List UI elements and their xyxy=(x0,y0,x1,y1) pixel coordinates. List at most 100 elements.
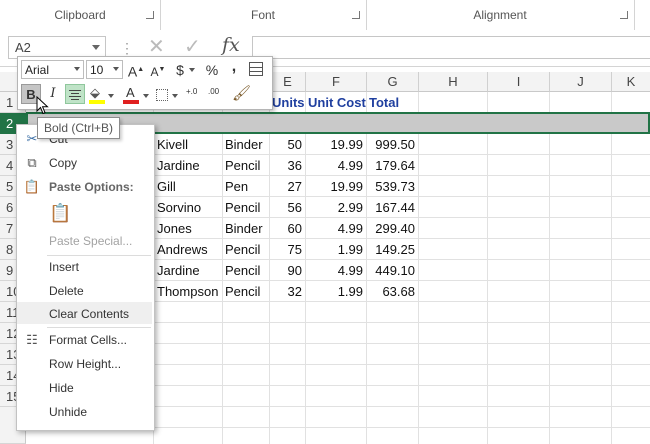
cell-unit-cost[interactable]: 4.99 xyxy=(305,260,366,281)
cell-item[interactable]: Pencil xyxy=(222,281,269,302)
mouse-cursor-icon xyxy=(36,96,49,115)
cell-units[interactable]: 32 xyxy=(269,281,305,302)
cell-rep[interactable]: Andrews xyxy=(154,239,222,260)
menu-item-insert[interactable]: Insert xyxy=(49,257,79,277)
formula-input[interactable] xyxy=(252,36,650,59)
header-total[interactable]: Total xyxy=(366,92,419,113)
alignment-launcher-icon[interactable] xyxy=(620,11,628,19)
center-align-button[interactable] xyxy=(65,84,85,104)
menu-item-unhide[interactable]: Unhide xyxy=(49,402,87,422)
cell-rep[interactable]: Jardine xyxy=(154,260,222,281)
cell-total[interactable]: 999.50 xyxy=(366,134,418,155)
column-header-h[interactable]: H xyxy=(419,72,488,92)
cell-total[interactable]: 149.25 xyxy=(366,239,418,260)
column-header-k[interactable]: K xyxy=(612,72,650,92)
chevron-down-icon[interactable] xyxy=(92,45,100,50)
chevron-down-icon[interactable] xyxy=(113,67,119,71)
cell-rep[interactable]: Jardine xyxy=(154,155,222,176)
gridline xyxy=(418,92,419,444)
menu-item-paste-special[interactable]: Paste Special... xyxy=(49,231,132,251)
font-color-button[interactable]: A xyxy=(122,85,140,105)
cell-total[interactable]: 539.73 xyxy=(366,176,418,197)
header-unit-cost[interactable]: Unit Cost xyxy=(305,92,367,113)
menu-item-hide[interactable]: Hide xyxy=(49,378,74,398)
column-header-e[interactable]: E xyxy=(270,72,306,92)
percent-button[interactable]: % xyxy=(202,60,222,80)
alignment-group-label: Alignment xyxy=(473,8,527,22)
cell-unit-cost[interactable]: 1.99 xyxy=(305,281,366,302)
shrink-font-button[interactable]: A▼ xyxy=(148,60,168,80)
italic-icon: I xyxy=(50,86,56,101)
cell-units[interactable]: 27 xyxy=(269,176,305,197)
cell-unit-cost[interactable]: 19.99 xyxy=(305,134,366,155)
cell-rep[interactable]: Thompson xyxy=(154,281,222,302)
cell-total[interactable]: 299.40 xyxy=(366,218,418,239)
cell-unit-cost[interactable]: 19.99 xyxy=(305,176,366,197)
column-header-j[interactable]: J xyxy=(550,72,612,92)
decrease-decimal-icon: .00 xyxy=(208,87,220,96)
chevron-down-icon[interactable] xyxy=(189,68,195,72)
cell-units[interactable]: 60 xyxy=(269,218,305,239)
chevron-down-icon[interactable] xyxy=(108,94,114,98)
decrease-decimal-button[interactable]: .00 xyxy=(208,88,219,96)
chevron-down-icon[interactable] xyxy=(172,94,178,98)
cell-item[interactable]: Pencil xyxy=(222,155,269,176)
cell-total[interactable]: 449.10 xyxy=(366,260,418,281)
increase-decimal-icon: +.0 xyxy=(186,87,198,96)
name-box-value: A2 xyxy=(15,40,31,55)
increase-decimal-button[interactable]: +.0 xyxy=(186,88,197,96)
cell-rep[interactable]: Sorvino xyxy=(154,197,222,218)
insert-function-icon[interactable]: fx xyxy=(222,34,240,56)
grow-font-button[interactable]: A▲ xyxy=(126,60,146,80)
cell-units[interactable]: 75 xyxy=(269,239,305,260)
cell-units[interactable]: 90 xyxy=(269,260,305,281)
currency-button[interactable]: $ xyxy=(170,60,190,80)
mini-toolbar: Arial 10 A▲ A▼ $ % , B I ⬙ A +.0 .00 🖌 xyxy=(17,56,273,110)
format-table-icon[interactable] xyxy=(249,62,263,76)
column-header-f[interactable]: F xyxy=(306,72,367,92)
cell-item[interactable]: Pen xyxy=(222,176,269,197)
menu-item-delete[interactable]: Delete xyxy=(49,281,84,301)
cell-total[interactable]: 179.64 xyxy=(366,155,418,176)
menu-item-row-height[interactable]: Row Height... xyxy=(49,354,121,374)
cell-item[interactable]: Pencil xyxy=(222,260,269,281)
cell-total[interactable]: 63.68 xyxy=(366,281,418,302)
cell-rep[interactable]: Jones xyxy=(154,218,222,239)
font-name-value: Arial xyxy=(25,63,50,77)
currency-icon: $ xyxy=(176,62,184,78)
cell-item[interactable]: Binder xyxy=(222,134,269,155)
font-launcher-icon[interactable] xyxy=(352,11,360,19)
menu-item-format-cells[interactable]: Format Cells... xyxy=(49,330,127,350)
menu-item-copy[interactable]: Copy xyxy=(49,153,77,173)
menu-item-clear-contents[interactable]: Clear Contents xyxy=(49,304,129,324)
cell-units[interactable]: 56 xyxy=(269,197,305,218)
cell-units[interactable]: 50 xyxy=(269,134,305,155)
clipboard-group-label: Clipboard xyxy=(54,8,106,22)
fill-color-swatch xyxy=(89,100,105,104)
column-header-i[interactable]: I xyxy=(488,72,550,92)
clipboard-icon[interactable]: 📋 xyxy=(49,203,71,227)
cell-unit-cost[interactable]: 4.99 xyxy=(305,218,366,239)
comma-style-button[interactable]: , xyxy=(224,57,244,77)
paint-bucket-icon: ⬙ xyxy=(90,85,100,100)
cell-item[interactable]: Pencil xyxy=(222,239,269,260)
cell-item[interactable]: Pencil xyxy=(222,197,269,218)
font-color-icon: A xyxy=(126,85,135,100)
column-header-g[interactable]: G xyxy=(367,72,419,92)
cell-rep[interactable]: Gill xyxy=(154,176,222,197)
cell-unit-cost[interactable]: 4.99 xyxy=(305,155,366,176)
format-painter-icon[interactable]: 🖌 xyxy=(232,84,251,102)
cell-total[interactable]: 167.44 xyxy=(366,197,418,218)
paste-options-label: Paste Options: xyxy=(49,180,134,194)
borders-icon[interactable] xyxy=(156,89,168,101)
clipboard-launcher-icon[interactable] xyxy=(146,11,154,19)
cell-unit-cost[interactable]: 1.99 xyxy=(305,239,366,260)
chevron-down-icon[interactable] xyxy=(74,67,80,71)
cell-units[interactable]: 36 xyxy=(269,155,305,176)
cell-item[interactable]: Binder xyxy=(222,218,269,239)
header-units[interactable]: Units xyxy=(269,92,306,113)
fill-color-button[interactable]: ⬙ xyxy=(88,85,106,105)
cell-rep[interactable]: Kivell xyxy=(154,134,222,155)
chevron-down-icon[interactable] xyxy=(143,94,149,98)
cell-unit-cost[interactable]: 2.99 xyxy=(305,197,366,218)
